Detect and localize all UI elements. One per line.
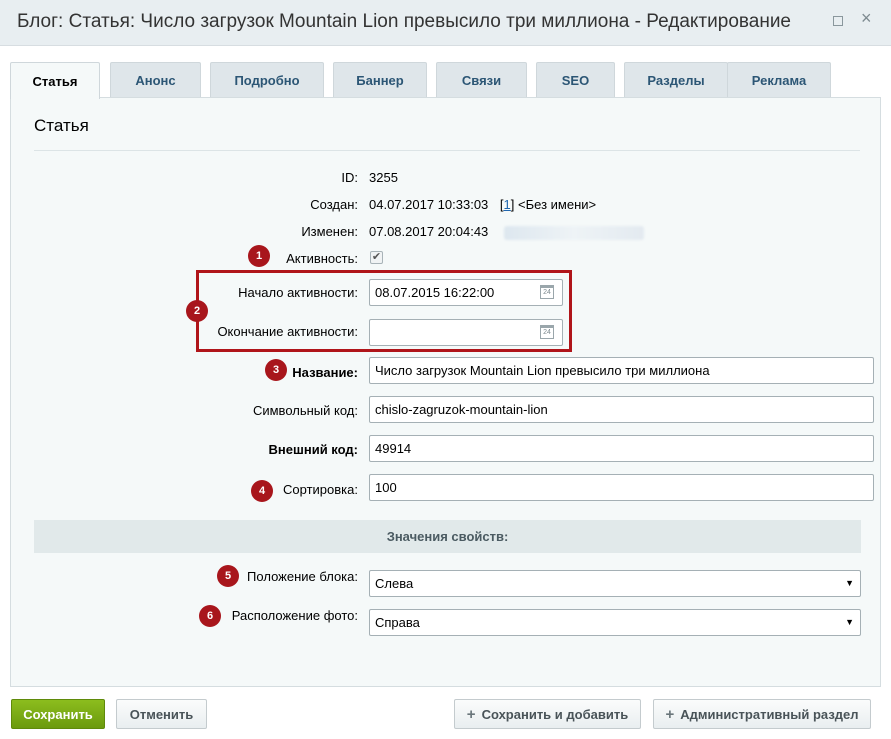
- calendar-icon[interactable]: 24: [540, 285, 554, 299]
- sort-label: Сортировка:: [283, 482, 358, 497]
- window-title: Блог: Статья: Число загрузок Mountain Li…: [17, 11, 791, 32]
- modified-value-row: 07.08.2017 20:04:43: [369, 224, 644, 240]
- plus-icon: +: [665, 705, 675, 723]
- block-position-value: Слева: [375, 576, 414, 591]
- window-titlebar: Блог: Статья: Число загрузок Mountain Li…: [0, 0, 891, 46]
- external-code-input[interactable]: 49914: [369, 435, 874, 462]
- code-label: Символьный код:: [252, 403, 358, 418]
- tab-announce[interactable]: Анонс: [110, 62, 201, 98]
- plus-icon: +: [466, 705, 476, 723]
- save-button[interactable]: Сохранить: [11, 699, 105, 729]
- modified-label: Изменен:: [301, 224, 358, 239]
- external-code-label: Внешний код:: [268, 442, 358, 457]
- annotation-badge-2: 2: [186, 300, 208, 322]
- photo-position-select[interactable]: Справа ▼: [369, 609, 861, 636]
- created-user-link[interactable]: 1: [504, 197, 511, 212]
- name-input[interactable]: Число загрузок Mountain Lion превысило т…: [369, 357, 874, 384]
- name-label: Название:: [292, 365, 358, 380]
- edit-form-panel: Статья ID: 3255 Создан: 04.07.2017 10:33…: [10, 97, 881, 687]
- active-from-value: 08.07.2015 16:22:00: [375, 285, 495, 300]
- photo-position-value: Справа: [375, 615, 420, 630]
- section-title: Статья: [34, 116, 89, 135]
- properties-header: Значения свойств:: [34, 520, 861, 553]
- chevron-down-icon: ▼: [845, 578, 854, 588]
- tab-ads[interactable]: Реклама: [727, 62, 831, 98]
- annotation-badge-3: 3: [265, 359, 287, 381]
- modified-value: 07.08.2017 20:04:43: [369, 224, 489, 239]
- name-value: Число загрузок Mountain Lion превысило т…: [375, 363, 710, 378]
- active-to-input[interactable]: 24: [369, 319, 563, 346]
- annotation-badge-4: 4: [251, 480, 273, 502]
- code-input[interactable]: chislo-zagruzok-mountain-lion: [369, 396, 874, 423]
- save-and-add-button[interactable]: + Сохранить и добавить: [454, 699, 641, 729]
- tab-links[interactable]: Связи: [436, 62, 527, 98]
- tab-details[interactable]: Подробно: [210, 62, 324, 98]
- sort-input[interactable]: 100: [369, 474, 874, 501]
- active-from-input[interactable]: 08.07.2015 16:22:00 24: [369, 279, 563, 306]
- active-from-label: Начало активности:: [238, 285, 358, 300]
- block-position-label: Положение блока:: [247, 569, 358, 584]
- created-label: Создан:: [310, 197, 358, 212]
- external-code-value: 49914: [375, 441, 412, 456]
- created-value-row: 04.07.2017 10:33:03 [1] <Без имени>: [369, 197, 597, 212]
- admin-section-button[interactable]: + Административный раздел: [653, 699, 871, 729]
- active-to-label: Окончание активности:: [217, 324, 358, 339]
- tab-seo[interactable]: SEO: [536, 62, 615, 98]
- chevron-down-icon: ▼: [845, 617, 854, 627]
- id-value: 3255: [369, 170, 398, 185]
- created-user-name: <Без имени>: [518, 197, 597, 212]
- section-divider: [34, 150, 860, 151]
- block-position-select[interactable]: Слева ▼: [369, 570, 861, 597]
- modified-user-blurred: [503, 225, 644, 240]
- id-label: ID:: [341, 170, 358, 185]
- active-label: Активность:: [286, 251, 358, 266]
- code-value: chislo-zagruzok-mountain-lion: [375, 402, 548, 417]
- annotation-badge-6: 6: [199, 605, 221, 627]
- calendar-icon[interactable]: 24: [540, 325, 554, 339]
- close-icon[interactable]: ×: [861, 9, 872, 27]
- admin-section-label: Административный раздел: [680, 706, 859, 722]
- cancel-button[interactable]: Отменить: [116, 699, 207, 729]
- tab-banner[interactable]: Баннер: [333, 62, 427, 98]
- tab-sections[interactable]: Разделы: [624, 62, 728, 98]
- annotation-badge-5: 5: [217, 565, 239, 587]
- created-value: 04.07.2017 10:33:03: [369, 197, 489, 212]
- sort-value: 100: [375, 480, 397, 495]
- save-and-add-label: Сохранить и добавить: [481, 706, 629, 722]
- active-checkbox[interactable]: ✔: [370, 251, 383, 264]
- photo-position-label: Расположение фото:: [231, 608, 358, 623]
- maximize-icon[interactable]: [833, 16, 843, 26]
- annotation-badge-1: 1: [248, 245, 270, 267]
- tab-article[interactable]: Статья: [10, 62, 100, 99]
